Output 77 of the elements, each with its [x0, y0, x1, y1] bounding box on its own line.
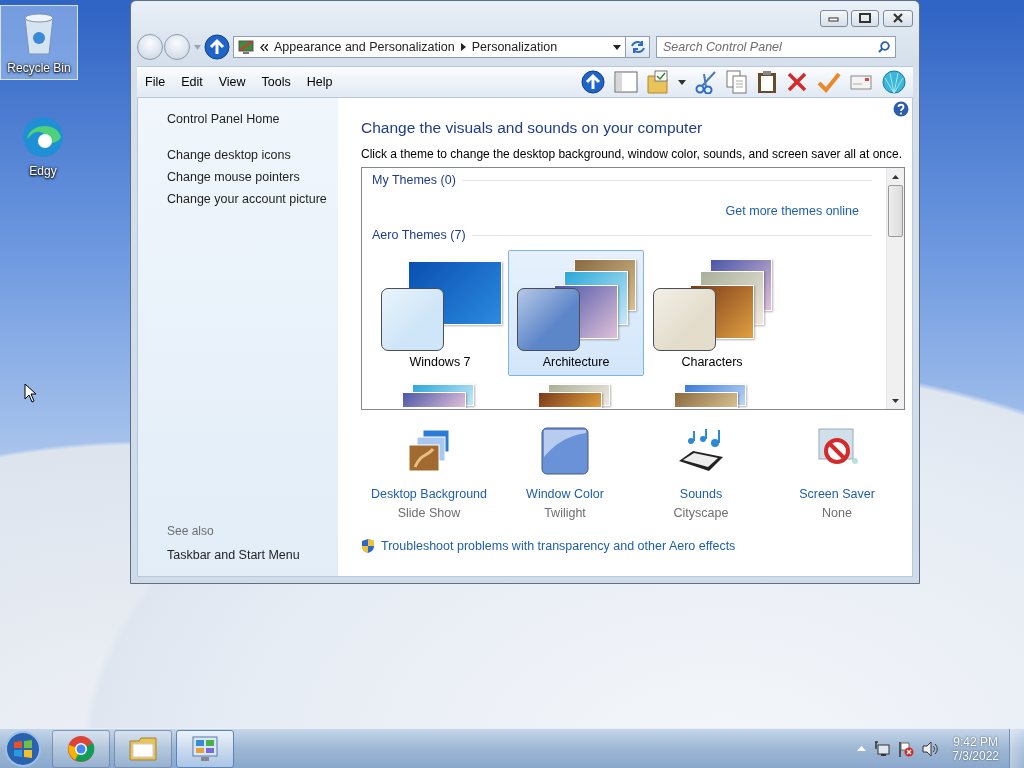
- setting-value: None: [822, 506, 852, 520]
- back-button[interactable]: [137, 34, 163, 60]
- browser-icon: [67, 734, 95, 763]
- mouse-cursor-icon: [24, 383, 38, 403]
- clock-time: 9:42 PM: [953, 734, 998, 749]
- desktop-icon-label: Edgy: [29, 164, 57, 178]
- forward-button[interactable]: [164, 34, 190, 60]
- get-more-themes-link[interactable]: Get more themes online: [725, 204, 859, 218]
- shield-icon: [361, 538, 375, 554]
- maximize-icon: [859, 13, 871, 23]
- clock-date: 7/3/2022: [952, 748, 999, 763]
- network-icon[interactable]: [874, 740, 891, 757]
- scrollbar[interactable]: [886, 168, 904, 409]
- folder-icon: [129, 734, 157, 763]
- see-also-heading: See also: [167, 524, 215, 538]
- search-icon[interactable]: [878, 41, 890, 53]
- close-icon: [892, 13, 904, 23]
- search-field[interactable]: Search Control Panel: [656, 36, 896, 58]
- x-icon[interactable]: [786, 71, 808, 93]
- control-panel-icon: [191, 734, 219, 763]
- refresh-icon: [629, 40, 646, 54]
- close-button[interactable]: [883, 9, 913, 27]
- start-button[interactable]: [4, 729, 42, 768]
- setting-value: Twilight: [544, 506, 586, 520]
- sidebar-link[interactable]: Change desktop icons: [167, 148, 338, 162]
- show-desktop-button[interactable]: [1009, 729, 1024, 768]
- troubleshoot-link[interactable]: Troubleshoot problems with transparency and other Aero effects: [381, 539, 736, 553]
- page-description: Click a theme to change the desktop background, window color, sounds, and screen saver all at once.: [361, 147, 903, 161]
- scroll-thumb[interactable]: [888, 185, 903, 237]
- sidebar-link[interactable]: Change mouse pointers: [167, 170, 338, 184]
- monitor-icon: [238, 39, 254, 55]
- volume-icon[interactable]: [922, 740, 939, 757]
- sidebar-link[interactable]: Control Panel Home: [167, 112, 338, 126]
- breadcrumb[interactable]: Personalization: [471, 40, 558, 54]
- menu-item[interactable]: View: [210, 73, 254, 91]
- double-chevron-icon[interactable]: [260, 43, 268, 51]
- refresh-button[interactable]: [626, 36, 650, 58]
- menu-item[interactable]: File: [137, 73, 174, 91]
- clipboard-icon[interactable]: [757, 70, 777, 94]
- flag-error-icon[interactable]: [898, 740, 915, 757]
- taskbar-button[interactable]: [176, 729, 234, 768]
- scroll-down-icon[interactable]: [892, 398, 899, 403]
- breadcrumb[interactable]: Appearance and Personalization: [274, 40, 455, 54]
- maximize-button[interactable]: [851, 9, 879, 27]
- setting-link[interactable]: Sounds: [679, 487, 723, 501]
- caret-icon[interactable]: [678, 79, 686, 85]
- setting-value: Slide Show: [397, 506, 461, 520]
- dropdown-caret-icon[interactable]: [613, 44, 621, 50]
- menu-item[interactable]: Tools: [253, 73, 299, 91]
- setting-link[interactable]: Window Color: [526, 487, 604, 501]
- theme-item[interactable]: Windows 7: [372, 250, 508, 376]
- shell-icon[interactable]: [881, 70, 907, 94]
- theme-item[interactable]: Architecture: [508, 250, 644, 376]
- scissors-icon[interactable]: [695, 70, 717, 94]
- group-heading: Aero Themes (7): [372, 228, 466, 242]
- breadcrumb-arrow-icon[interactable]: [460, 43, 466, 51]
- address-bar[interactable]: Appearance and Personalization Personalization: [233, 36, 626, 58]
- sidebar-link[interactable]: Taskbar and Start Menu: [167, 548, 338, 562]
- group-heading: My Themes (0): [372, 173, 456, 187]
- desktop-icon[interactable]: Edgy: [4, 108, 82, 183]
- menu-item[interactable]: Help: [298, 73, 341, 91]
- sidebar-link[interactable]: Change your account picture: [167, 192, 338, 206]
- setting-link[interactable]: Desktop Background: [370, 487, 487, 501]
- help-icon[interactable]: [893, 101, 909, 117]
- menu-item[interactable]: Edit: [173, 73, 211, 91]
- taskbar-button[interactable]: [114, 729, 172, 768]
- taskbar-button[interactable]: [52, 729, 110, 768]
- desktop-icon-label: Recycle Bin: [7, 61, 71, 75]
- folder-icon[interactable]: [647, 70, 669, 94]
- page-title: Change the visuals and sounds on your computer: [361, 119, 704, 137]
- setting-value: Cityscape: [673, 506, 729, 520]
- window-color-icon[interactable]: [541, 427, 589, 475]
- theme-item[interactable]: Characters: [644, 250, 780, 376]
- setting-link[interactable]: Screen Saver: [799, 487, 875, 501]
- envelope-icon[interactable]: [850, 74, 872, 90]
- scroll-up-icon[interactable]: [892, 174, 899, 179]
- checkmark-icon[interactable]: [817, 71, 841, 93]
